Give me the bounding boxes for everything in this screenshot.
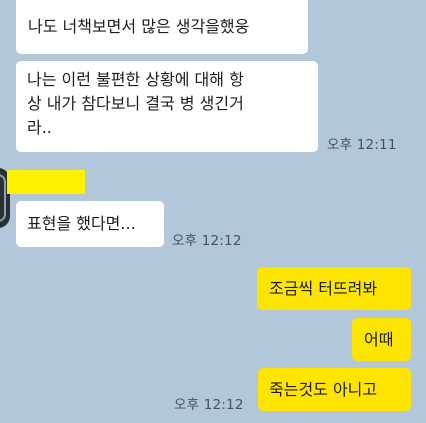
message-timestamp: 오후 12:12: [172, 233, 242, 249]
avatar-ring-decoration: [0, 174, 6, 222]
outgoing-message-bubble[interactable]: 어때: [352, 318, 411, 361]
message-text: 어때: [364, 330, 394, 349]
chat-window: 나도 너책보면서 많은 생각을했웅 나는 이런 불편한 상황에 대해 항 상 내…: [0, 0, 426, 423]
sender-name-redaction: [7, 170, 85, 194]
incoming-message-bubble[interactable]: 나도 너책보면서 많은 생각을했웅: [16, 0, 308, 54]
incoming-message-bubble[interactable]: 나는 이런 불편한 상황에 대해 항 상 내가 참다보니 결국 병 생긴거 라.…: [16, 61, 318, 152]
incoming-message-bubble[interactable]: 표현을 했다면...: [16, 201, 164, 247]
message-timestamp: 오후 12:11: [327, 137, 397, 153]
message-text: 조금씩 터뜨려봐: [269, 279, 378, 298]
message-text-line: 나는 이런 불편한 상황에 대해 항: [27, 70, 244, 89]
outgoing-message-bubble[interactable]: 죽는것도 아니고: [258, 368, 411, 411]
message-text: 죽는것도 아니고: [269, 380, 378, 399]
message-text-line: 상 내가 참다보니 결국 병 생긴거: [27, 94, 244, 113]
message-timestamp: 오후 12:12: [174, 397, 244, 413]
outgoing-message-bubble[interactable]: 조금씩 터뜨려봐: [257, 267, 411, 310]
message-text: 표현을 했다면...: [27, 214, 136, 233]
message-text: 나도 너책보면서 많은 생각을했웅: [28, 17, 250, 36]
message-text-line: 라..: [27, 118, 52, 137]
